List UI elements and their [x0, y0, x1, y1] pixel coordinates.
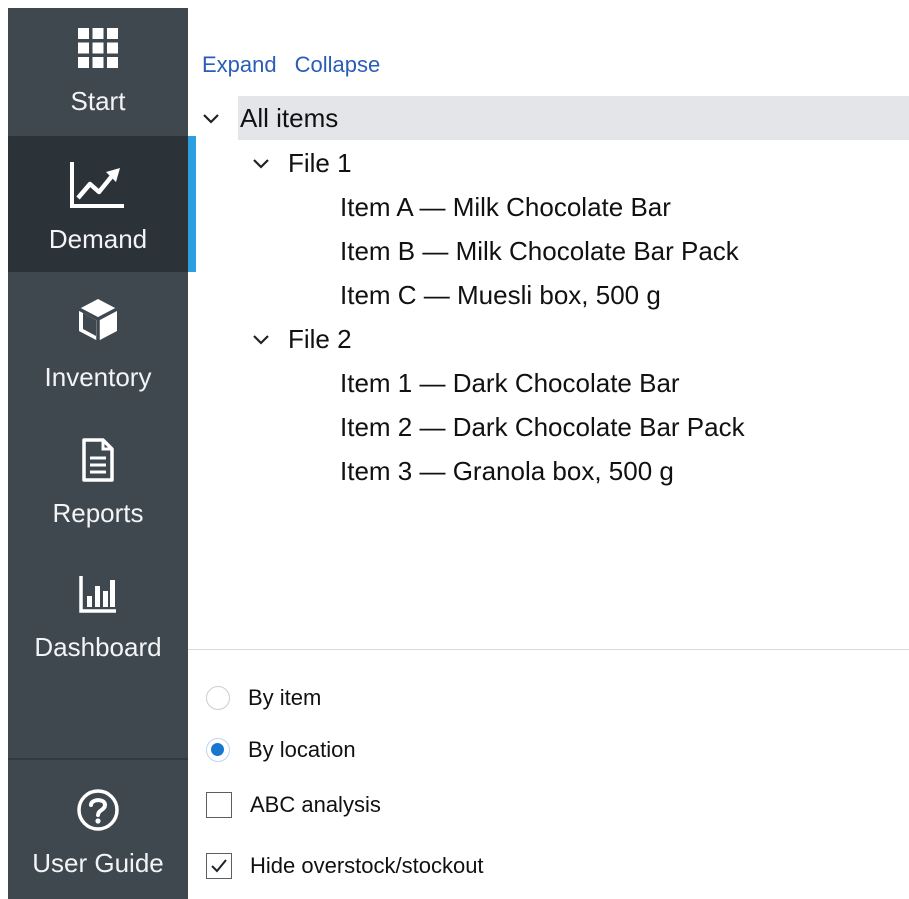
abc-analysis-checkbox-row[interactable]: ABC analysis [206, 787, 381, 823]
tree-node-file-2[interactable]: File 2 [250, 317, 352, 361]
expand-link[interactable]: Expand [202, 52, 277, 77]
hide-overstock-checkbox-row[interactable]: Hide overstock/stockout [206, 848, 484, 884]
sidebar-item-label: Demand [48, 224, 148, 254]
tree-root-text: All items [240, 102, 339, 133]
tree-leaf-label: Item C — Muesli box, 500 g [340, 279, 661, 310]
abc-analysis-label: ABC analysis [250, 792, 381, 817]
bar-chart-icon [8, 568, 188, 620]
sidebar-item-user-guide[interactable]: User Guide [8, 760, 188, 899]
tree-node-label: File 2 [288, 323, 352, 354]
main-panel: Expand Collapse All items File 1 Item A —… [188, 8, 909, 899]
sidebar-item-dashboard[interactable]: Dashboard [8, 544, 188, 680]
app-window: Start Demand Inventory Reports Dashboard… [0, 0, 909, 899]
sidebar-item-label: Inventory [44, 362, 152, 392]
tree-leaf-label: Item 2 — Dark Chocolate Bar Pack [340, 411, 745, 442]
by-item-radio-row[interactable]: By item [206, 680, 321, 716]
sidebar: Start Demand Inventory Reports Dashboard… [8, 8, 196, 899]
sidebar-item-start[interactable]: Start [8, 8, 188, 141]
tree-leaf-label: Item A — Milk Chocolate Bar [340, 191, 671, 222]
sidebar-item-label: Reports [52, 498, 144, 528]
sidebar-item-label: Dashboard [34, 632, 162, 662]
panel-divider [188, 649, 909, 650]
collapse-link[interactable]: Collapse [295, 52, 381, 77]
tree-leaf[interactable]: Item 1 — Dark Chocolate Bar [340, 361, 680, 405]
chevron-down-icon[interactable] [250, 327, 274, 351]
tree-leaf[interactable]: Item C — Muesli box, 500 g [340, 273, 661, 317]
tree-leaf-label: Item 1 — Dark Chocolate Bar [340, 367, 680, 398]
sidebar-item-label: User Guide [32, 848, 164, 878]
grid-icon [8, 22, 188, 74]
chart-line-icon [8, 160, 188, 212]
chevron-down-icon[interactable] [250, 151, 274, 175]
tree-node-root[interactable]: All items [238, 96, 909, 140]
tree-leaf[interactable]: Item A — Milk Chocolate Bar [340, 185, 671, 229]
by-item-radio[interactable] [206, 686, 230, 710]
hide-overstock-checkbox[interactable] [206, 853, 232, 879]
tree-leaf-label: Item B — Milk Chocolate Bar Pack [340, 235, 739, 266]
by-location-label: By location [248, 737, 356, 762]
abc-analysis-checkbox[interactable] [206, 792, 232, 818]
box-icon [8, 294, 188, 346]
chevron-down-icon[interactable] [200, 108, 222, 130]
tree-toolbar: Expand Collapse [202, 52, 398, 78]
by-location-radio-row[interactable]: By location [206, 732, 356, 768]
sidebar-item-reports[interactable]: Reports [8, 408, 188, 544]
tree-leaf[interactable]: Item 3 — Granola box, 500 g [340, 449, 674, 493]
tree-leaf-label: Item 3 — Granola box, 500 g [340, 455, 674, 486]
tree-node-label: File 1 [288, 147, 352, 178]
document-icon [8, 434, 188, 486]
by-location-radio[interactable] [206, 738, 230, 762]
help-icon [8, 784, 188, 836]
tree-leaf[interactable]: Item B — Milk Chocolate Bar Pack [340, 229, 739, 273]
sidebar-item-demand[interactable]: Demand [8, 136, 196, 272]
sidebar-item-label: Start [70, 86, 126, 116]
checkmark-icon [211, 859, 227, 873]
by-item-label: By item [248, 685, 322, 710]
tree-leaf[interactable]: Item 2 — Dark Chocolate Bar Pack [340, 405, 745, 449]
sidebar-item-inventory[interactable]: Inventory [8, 272, 188, 408]
hide-overstock-label: Hide overstock/stockout [250, 853, 484, 878]
tree-node-file-1[interactable]: File 1 [250, 141, 352, 185]
